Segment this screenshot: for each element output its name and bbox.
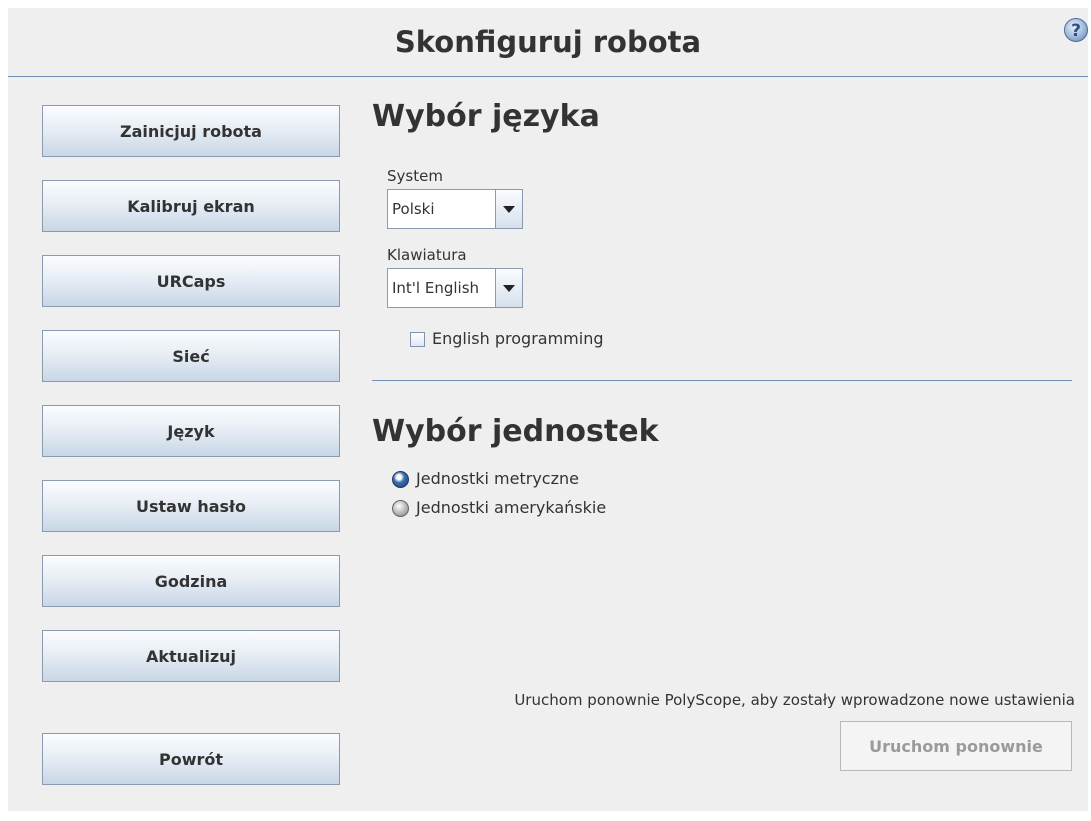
- sidebar-item-urcaps[interactable]: URCaps: [42, 255, 340, 307]
- chevron-down-icon[interactable]: [495, 269, 522, 307]
- restart-note: Uruchom ponownie PolyScope, aby zostały …: [514, 691, 1075, 709]
- sidebar-item-initialize[interactable]: Zainicjuj robota: [42, 105, 340, 157]
- page-title: Skonfiguruj robota: [8, 8, 1088, 77]
- language-section-title: Wybór języka: [372, 99, 600, 134]
- system-language-select[interactable]: Polski: [387, 189, 523, 229]
- back-button[interactable]: Powrót: [42, 733, 340, 785]
- metric-units-radio[interactable]: [392, 471, 409, 488]
- keyboard-select[interactable]: Int'l English: [387, 268, 523, 308]
- keyboard-label: Klawiatura: [387, 246, 467, 264]
- english-programming-label[interactable]: English programming: [432, 329, 603, 348]
- restart-button[interactable]: Uruchom ponownie: [840, 721, 1072, 771]
- sidebar-item-network[interactable]: Sieć: [42, 330, 340, 382]
- system-language-label: System: [387, 167, 443, 185]
- metric-units-label[interactable]: Jednostki metryczne: [416, 469, 579, 488]
- english-programming-checkbox[interactable]: [410, 332, 425, 347]
- sidebar-item-set-password[interactable]: Ustaw hasło: [42, 480, 340, 532]
- chevron-down-icon[interactable]: [495, 190, 522, 228]
- system-language-value: Polski: [392, 200, 435, 218]
- sidebar-item-time[interactable]: Godzina: [42, 555, 340, 607]
- section-divider: [372, 380, 1072, 381]
- sidebar-item-language[interactable]: Język: [42, 405, 340, 457]
- imperial-units-label[interactable]: Jednostki amerykańskie: [416, 498, 606, 517]
- imperial-units-radio[interactable]: [392, 500, 409, 517]
- sidebar-item-update[interactable]: Aktualizuj: [42, 630, 340, 682]
- sidebar-item-calibrate-screen[interactable]: Kalibruj ekran: [42, 180, 340, 232]
- keyboard-value: Int'l English: [392, 279, 480, 297]
- units-section-title: Wybór jednostek: [372, 414, 659, 449]
- help-icon[interactable]: ?: [1064, 18, 1088, 42]
- setup-screen: Skonfiguruj robota ? Zainicjuj robota Ka…: [8, 8, 1088, 811]
